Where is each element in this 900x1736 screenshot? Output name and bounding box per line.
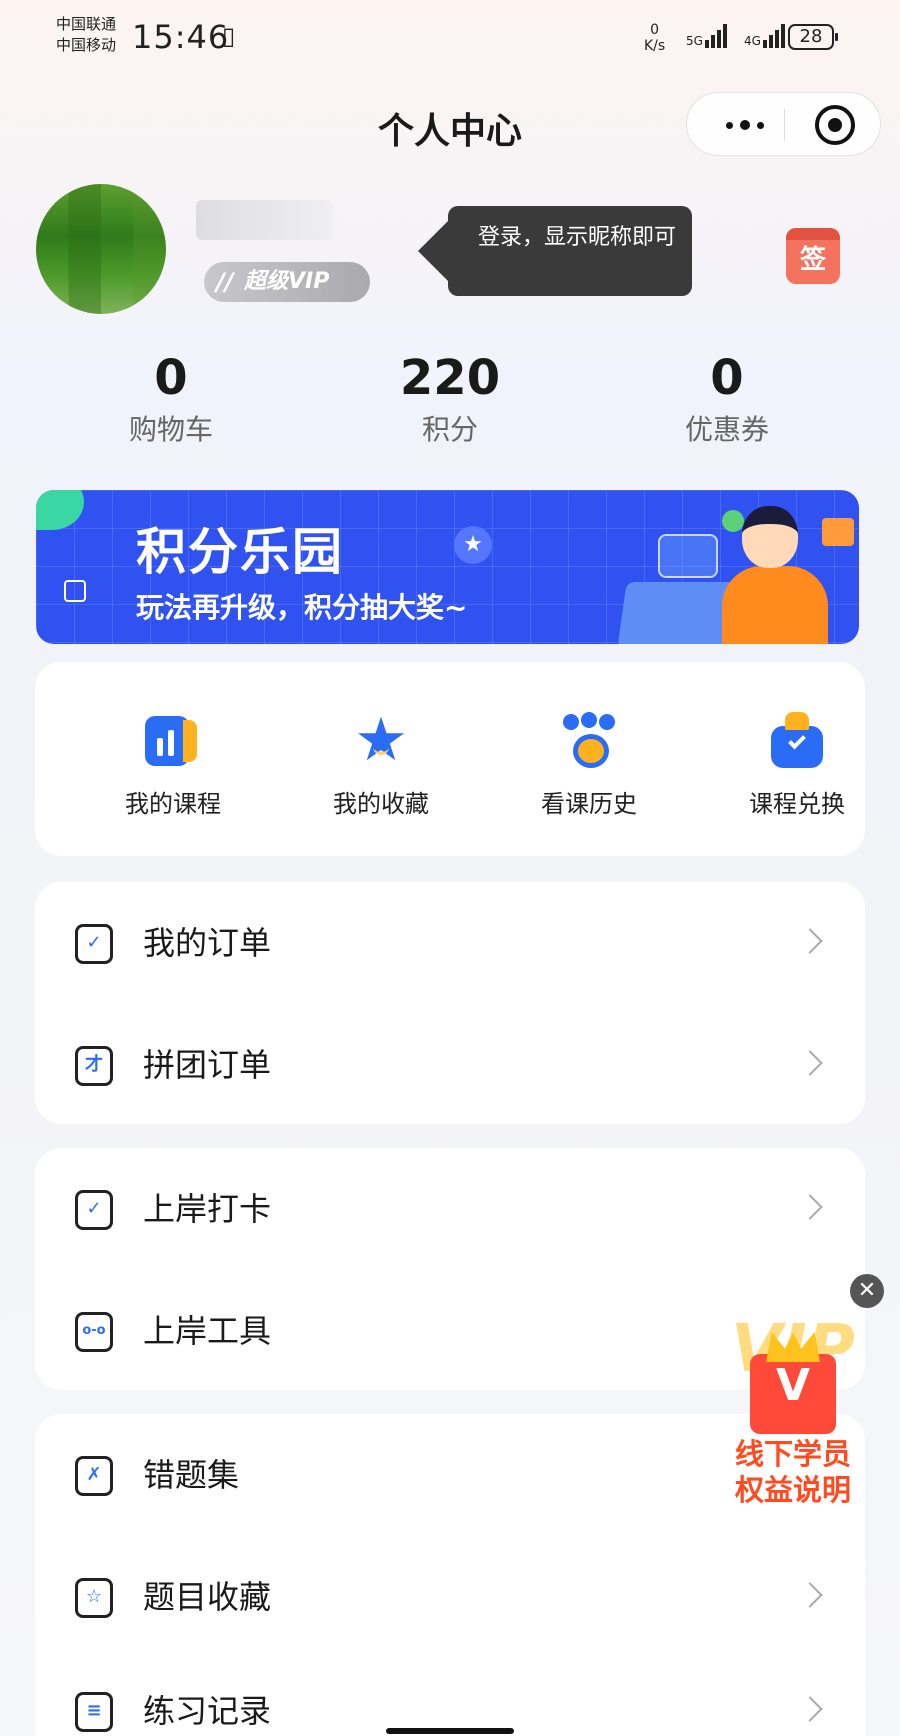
network-speed: 0 K/s [644, 22, 665, 54]
chevron-right-icon [797, 1194, 823, 1220]
vip-badge[interactable]: 超级VIP [204, 262, 370, 302]
username-blurred [196, 200, 332, 240]
list-item-my-orders[interactable]: ✓ 我的订单 [35, 882, 865, 1004]
crown-icon [766, 1332, 820, 1362]
list-item-label: 上岸工具 [143, 1312, 272, 1350]
capsule-divider [784, 109, 785, 141]
sign-in-label: 签 [799, 245, 826, 275]
stat-label: 优惠券 [684, 413, 769, 446]
banner-subtitle: 玩法再升级，积分抽大奖~ [136, 591, 468, 624]
signal-sim2-icon: 4G [744, 24, 785, 48]
list-item-group-orders[interactable]: 才 拼团订单 [35, 1004, 865, 1126]
list-item-label: 题目收藏 [143, 1578, 272, 1616]
star-icon: ★ [354, 705, 408, 775]
quick-entry-course-redeem[interactable]: 课程兑换 [707, 712, 887, 819]
list-item-label: 上岸打卡 [143, 1190, 272, 1228]
floating-vip-line-2: 权益说明 [734, 1473, 851, 1507]
list-item-label: 练习记录 [143, 1692, 272, 1730]
sim1-type: 5G [686, 34, 703, 48]
stat-coupons[interactable]: 0 优惠券 [627, 350, 827, 450]
login-tooltip: 登录，显示昵称即可 [418, 206, 692, 296]
carrier-info: 中国联通 中国移动 [56, 14, 116, 56]
points-park-banner[interactable]: 积分乐园 玩法再升级，积分抽大奖~ ★ [36, 490, 859, 644]
course-chart-icon [145, 712, 201, 768]
vibrate-icon: ▯ [222, 22, 236, 50]
battery-level: 28 [799, 26, 823, 47]
floating-vip-line-1: 线下学员 [734, 1437, 851, 1471]
carrier-1: 中国联通 [56, 15, 117, 33]
net-speed-value: 0 [650, 22, 660, 38]
quick-entry-card: 我的课程 ★ 我的收藏 看课历史 课程兑换 [35, 662, 865, 856]
question-favorite-icon: ☆ [75, 1578, 113, 1618]
sign-in-calendar-icon[interactable]: 签 [786, 228, 840, 284]
list-item-question-favorites[interactable]: ☆ 题目收藏 [35, 1536, 865, 1658]
sim2-type: 4G [744, 34, 761, 48]
stat-value: 0 [154, 350, 188, 406]
wrong-questions-icon: ✗ [75, 1456, 113, 1496]
chevron-right-icon [797, 1582, 823, 1608]
gift-icon [64, 580, 86, 602]
battery-icon: 28 [788, 24, 838, 50]
quick-entry-label: 我的收藏 [333, 790, 429, 818]
stat-value: 220 [399, 350, 501, 406]
list-item-label: 我的订单 [143, 924, 272, 962]
list-item-practice-records[interactable]: ≡ 练习记录 [35, 1650, 865, 1736]
chevron-right-icon [797, 928, 823, 954]
gift-box-illustration [822, 518, 854, 546]
login-tooltip-text: 登录，显示昵称即可 [478, 225, 677, 250]
stat-cart[interactable]: 0 购物车 [71, 350, 271, 450]
close-mini-program-button[interactable] [815, 105, 855, 145]
vip-badge-label: 超级VIP [244, 269, 330, 294]
stat-points[interactable]: 220 积分 [350, 350, 550, 450]
status-time: 15:46 [132, 18, 230, 56]
stat-label: 积分 [421, 413, 478, 446]
person-illustration [716, 500, 836, 644]
stat-value: 0 [710, 350, 744, 406]
more-menu-button[interactable] [715, 107, 775, 143]
list-item-label: 拼团订单 [143, 1046, 272, 1084]
star-icon: ★ [454, 526, 492, 564]
mini-program-capsule [686, 92, 881, 156]
net-speed-unit: K/s [644, 38, 666, 54]
avatar[interactable] [36, 184, 166, 314]
signal-sim1-icon: 5G [686, 24, 727, 48]
banner-title: 积分乐园 [136, 523, 344, 581]
stat-label: 购物车 [128, 413, 213, 446]
quick-entry-label: 我的课程 [125, 790, 221, 818]
floating-vip-promo[interactable]: VIP 线下学员 权益说明 [708, 1310, 878, 1510]
vip-gift-icon [750, 1354, 836, 1434]
home-indicator [386, 1728, 514, 1734]
quick-entry-label: 课程兑换 [749, 790, 845, 818]
quick-entry-label: 看课历史 [541, 790, 637, 818]
toolbox-icon: o-o [75, 1312, 113, 1352]
leaf-decoration [36, 490, 84, 530]
card-illustration [658, 534, 718, 578]
list-item-checkin[interactable]: ✓ 上岸打卡 [35, 1148, 865, 1270]
quick-entry-my-courses[interactable]: 我的课程 [83, 712, 263, 819]
orders-card: ✓ 我的订单 才 拼团订单 [35, 882, 865, 1124]
paw-history-icon [561, 712, 617, 768]
list-item-label: 错题集 [143, 1456, 240, 1494]
calendar-check-icon: ✓ [75, 1190, 113, 1230]
close-floating-icon[interactable]: ✕ [850, 1274, 884, 1308]
group-order-icon: 才 [75, 1046, 113, 1086]
practice-record-icon: ≡ [75, 1692, 113, 1732]
quick-entry-watch-history[interactable]: 看课历史 [499, 712, 679, 819]
chevron-right-icon [797, 1050, 823, 1076]
order-clipboard-icon: ✓ [75, 924, 113, 964]
gift-bag-icon [769, 712, 825, 768]
chevron-right-icon [797, 1696, 823, 1722]
quick-entry-my-favorites[interactable]: ★ 我的收藏 [291, 705, 471, 819]
carrier-2: 中国移动 [56, 36, 117, 54]
